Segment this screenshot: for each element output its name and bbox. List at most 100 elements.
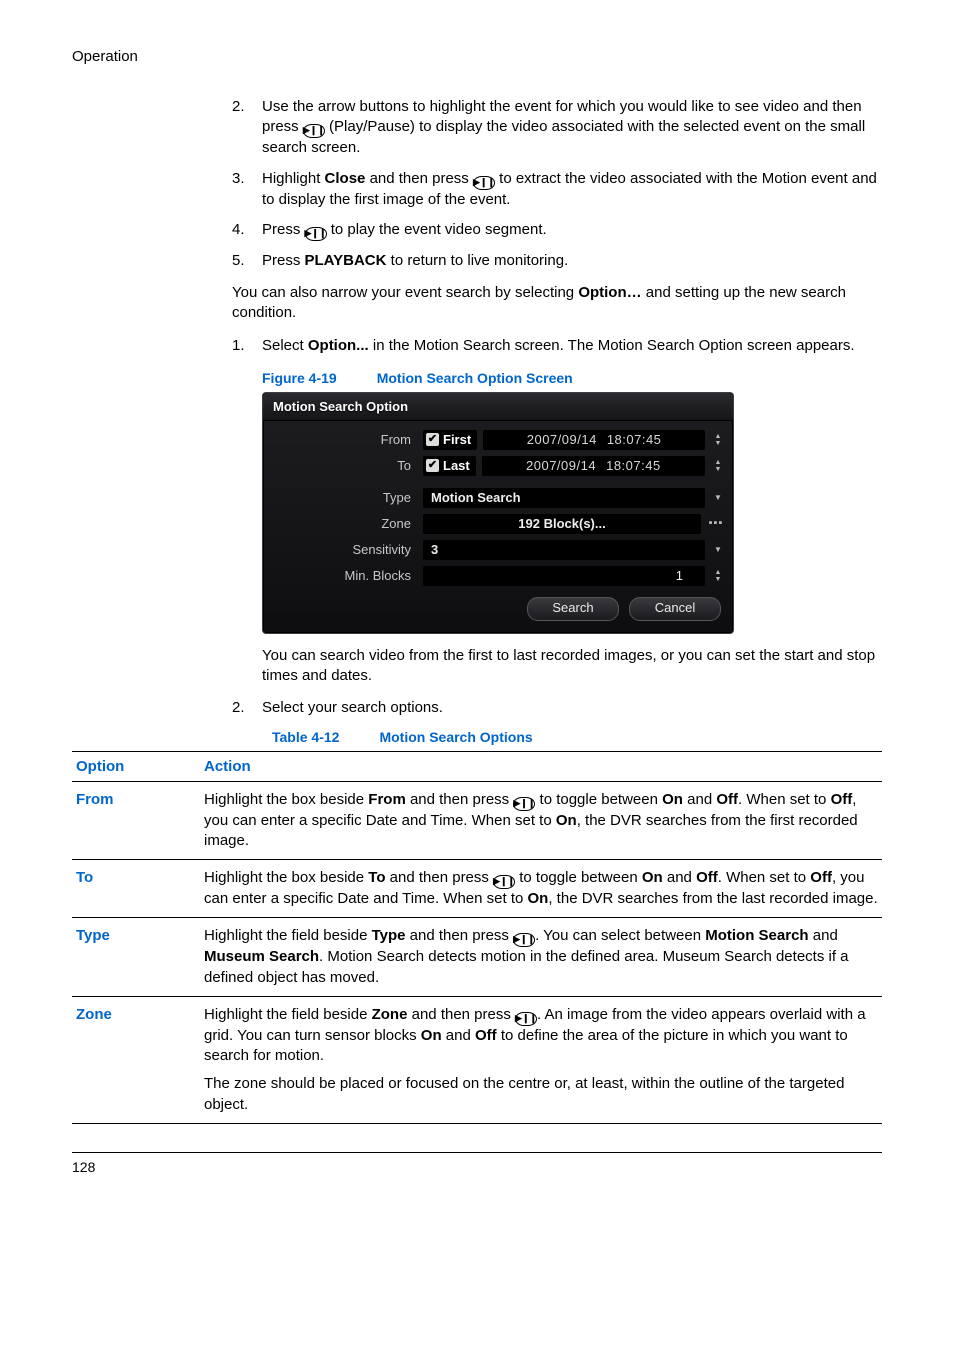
step-a-2: 2. Use the arrow buttons to highlight th… <box>232 97 882 159</box>
table-row: To Highlight the box beside To and then … <box>72 860 882 918</box>
chevron-down-icon: ▼ <box>711 466 725 473</box>
bold: On <box>662 791 683 808</box>
chevron-down-icon[interactable]: ▼ <box>711 488 725 508</box>
bold: On <box>528 890 549 907</box>
from-spinner[interactable]: ▲ ▼ <box>711 430 725 450</box>
text: to toggle between <box>515 869 642 886</box>
text: . You can select between <box>535 927 705 944</box>
min-blocks-field[interactable]: 1 <box>423 566 705 586</box>
bold: Off <box>810 869 832 886</box>
cancel-button[interactable]: Cancel <box>629 597 721 621</box>
text: and then press <box>406 927 514 944</box>
step-b-1: 1. Select Option... in the Motion Search… <box>232 336 882 356</box>
chevron-up-icon: ▲ <box>711 433 725 440</box>
text: Highlight the box beside <box>204 869 368 886</box>
text: and then press <box>406 791 514 808</box>
chevron-down-icon: ▼ <box>711 576 725 583</box>
bold: PLAYBACK <box>305 252 387 269</box>
table-caption: Table 4-12 Motion Search Options <box>272 729 882 745</box>
chevron-down-icon: ▼ <box>711 440 725 447</box>
text: to return to live monitoring. <box>386 252 568 269</box>
text: and then press <box>365 170 473 187</box>
from-row: From ✔ First 2007/09/14 18:07:45 ▲ ▼ <box>271 427 725 453</box>
bold: Off <box>475 1027 497 1044</box>
chevron-up-icon: ▲ <box>711 459 725 466</box>
from-label: From <box>271 432 417 447</box>
text: in the Motion Search screen. The Motion … <box>369 337 855 354</box>
table-row: From Highlight the box beside From and t… <box>72 781 882 860</box>
min-blocks-row: Min. Blocks 1 ▲ ▼ <box>271 563 725 589</box>
text: Highlight the field beside <box>204 1006 372 1023</box>
from-date: 2007/09/14 <box>527 430 597 450</box>
paragraph: You can search video from the first to l… <box>262 646 882 687</box>
search-button[interactable]: Search <box>527 597 619 621</box>
play-pause-icon: ▶❙❙ <box>513 797 535 811</box>
from-datetime[interactable]: 2007/09/14 18:07:45 <box>483 430 705 450</box>
to-row: To ✔ Last 2007/09/14 18:07:45 ▲ ▼ <box>271 453 725 479</box>
text: , the DVR searches from the last recorde… <box>548 890 877 907</box>
first-checkbox[interactable]: ✔ First <box>423 430 477 450</box>
to-spinner[interactable]: ▲ ▼ <box>711 456 725 476</box>
last-checkbox[interactable]: ✔ Last <box>423 456 476 476</box>
text: Select your search options. <box>262 698 882 718</box>
text: and <box>809 927 838 944</box>
step-number: 3. <box>232 169 262 210</box>
ellipsis-icon[interactable]: ▪▪▪ <box>707 517 725 531</box>
step-number: 4. <box>232 220 262 241</box>
text: and then press <box>407 1006 515 1023</box>
figure-caption: Figure 4-19 Motion Search Option Screen <box>262 370 882 386</box>
sensitivity-select[interactable]: 3 <box>423 540 705 560</box>
text: You can also narrow your event search by… <box>232 284 578 301</box>
type-row: Type Motion Search ▼ <box>271 485 725 511</box>
bold: Zone <box>372 1006 408 1023</box>
paragraph: You can also narrow your event search by… <box>232 283 882 324</box>
type-select[interactable]: Motion Search <box>423 488 705 508</box>
text: Press <box>262 252 305 269</box>
from-time: 18:07:45 <box>607 430 662 450</box>
text: Highlight <box>262 170 325 187</box>
play-pause-icon: ▶❙❙ <box>493 875 515 889</box>
step-a-5: 5. Press PLAYBACK to return to live moni… <box>232 251 882 271</box>
option-from: From <box>72 781 200 860</box>
table-row: Zone Highlight the field beside Zone and… <box>72 996 882 1123</box>
page-number: 128 <box>72 1159 95 1175</box>
type-label: Type <box>271 490 417 505</box>
text: and then press <box>386 869 494 886</box>
bold: To <box>368 869 385 886</box>
to-datetime[interactable]: 2007/09/14 18:07:45 <box>482 456 705 476</box>
option-to: To <box>72 860 200 918</box>
min-blocks-spinner[interactable]: ▲ ▼ <box>711 566 725 586</box>
first-label: First <box>443 432 471 447</box>
col-option: Option <box>72 751 200 781</box>
text: Select <box>262 337 308 354</box>
sensitivity-label: Sensitivity <box>271 542 417 557</box>
bold: Option… <box>578 284 641 301</box>
step-number: 5. <box>232 251 262 271</box>
table-title: Motion Search Options <box>379 729 532 745</box>
zone-field[interactable]: 192 Block(s)... <box>423 514 701 534</box>
step-number: 2. <box>232 698 262 718</box>
to-date: 2007/09/14 <box>526 456 596 476</box>
step-c-2: 2. Select your search options. <box>232 698 882 718</box>
bold: On <box>642 869 663 886</box>
figure-title: Motion Search Option Screen <box>377 370 573 386</box>
play-pause-icon: ▶❙❙ <box>515 1012 537 1026</box>
chevron-down-icon[interactable]: ▼ <box>711 540 725 560</box>
bold: From <box>368 791 406 808</box>
play-pause-icon: ▶❙❙ <box>305 227 327 241</box>
bold: Off <box>696 869 718 886</box>
to-label: To <box>271 458 417 473</box>
text: (Play/Pause) to display the video associ… <box>262 118 865 156</box>
sensitivity-row: Sensitivity 3 ▼ <box>271 537 725 563</box>
play-pause-icon: ▶❙❙ <box>303 124 325 138</box>
text: and <box>683 791 716 808</box>
bold: Motion Search <box>705 927 808 944</box>
zone-label: Zone <box>271 516 417 531</box>
text: . When set to <box>738 791 831 808</box>
to-time: 18:07:45 <box>606 456 661 476</box>
step-number: 2. <box>232 97 262 159</box>
text: Highlight the box beside <box>204 791 368 808</box>
min-blocks-label: Min. Blocks <box>271 568 417 583</box>
text: Highlight the field beside <box>204 927 372 944</box>
options-table: Option Action From Highlight the box bes… <box>72 751 882 1124</box>
